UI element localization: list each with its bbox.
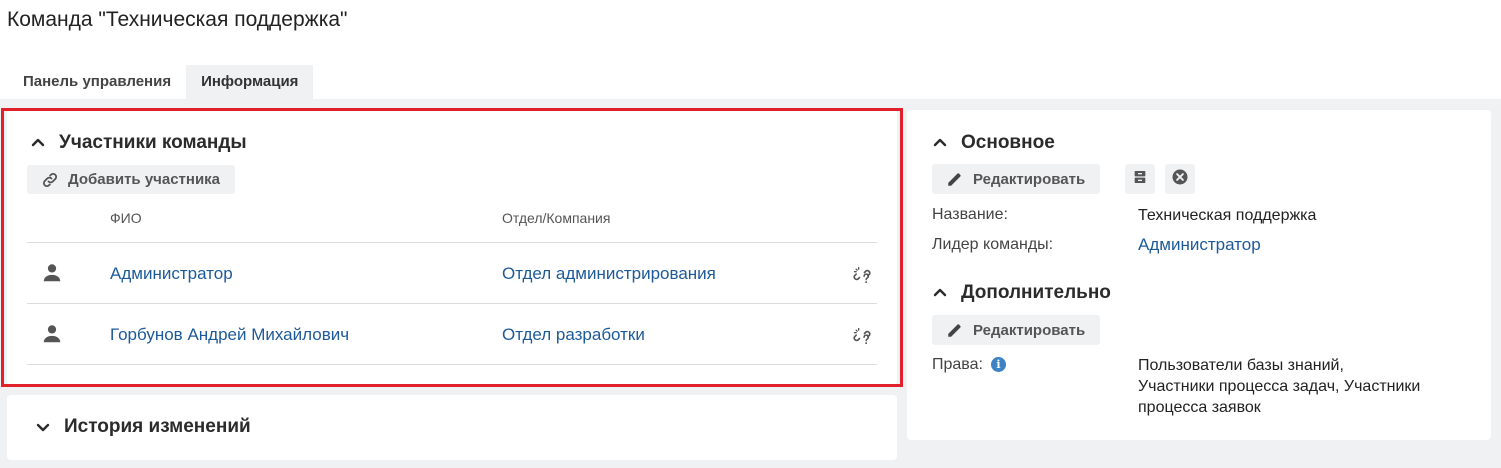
column-header-name: ФИО [110,210,142,226]
leader-link[interactable]: Администратор [1138,234,1261,255]
edit-additional-button[interactable]: Редактировать [932,315,1101,345]
team-members-card: Участники команды Добавить участника ФИО… [7,110,897,385]
chevron-up-icon [29,134,47,152]
member-name-link[interactable]: Администратор [110,264,233,284]
history-card: История изменений [7,395,897,460]
team-members-title: Участники команды [59,132,247,153]
name-value: Техническая поддержка [1138,207,1317,224]
rights-value-line: Участники процесса задач, Участники [1138,378,1421,395]
rights-value: Пользователи базы знаний, Участники проц… [1138,355,1478,418]
table-divider [27,303,877,304]
column-header-department: Отдел/Компания [502,210,611,226]
page-title: Команда "Техническая поддержка" [7,8,348,31]
member-department-link[interactable]: Отдел администрирования [502,264,716,284]
member-department-link[interactable]: Отдел разработки [502,325,645,345]
tab-information[interactable]: Информация [186,65,314,99]
edit-basic-button[interactable]: Редактировать [932,164,1101,194]
person-icon [41,323,63,345]
edit-additional-label: Редактировать [973,321,1086,339]
additional-section-title: Дополнительно [961,282,1111,303]
additional-section-header[interactable]: Дополнительно [931,282,1111,304]
table-divider [27,242,877,243]
member-name-link[interactable]: Горбунов Андрей Михайлович [110,325,349,345]
rights-value-line: процесса заявок [1138,399,1261,416]
leader-label: Лидер команды: [932,236,1054,253]
unlink-icon[interactable] [852,265,872,285]
delete-button[interactable] [1165,164,1195,194]
unlink-icon[interactable] [852,326,872,346]
team-members-header[interactable]: Участники команды [29,132,247,154]
add-member-label: Добавить участника [68,171,221,188]
name-label: Название: [932,206,1008,223]
rights-label-row: Права: i [932,356,1006,374]
pencil-icon [946,170,964,188]
person-icon [41,262,63,284]
team-info-card: Основное Редактировать Название: Техниче… [907,110,1491,440]
chevron-up-icon [931,134,949,152]
rights-label: Права: [932,356,983,373]
edit-basic-label: Редактировать [973,170,1086,188]
archive-icon [1132,169,1148,190]
basic-section-title: Основное [961,132,1055,153]
chevron-up-icon [931,284,949,302]
table-divider [27,364,877,365]
close-circle-icon [1170,167,1190,192]
history-header[interactable]: История изменений [34,416,251,438]
add-member-button[interactable]: Добавить участника [27,165,236,194]
rights-value-line: Пользователи базы знаний, [1138,357,1344,374]
history-title: История изменений [64,416,251,437]
pencil-icon [946,321,964,339]
tab-bar: Панель управления Информация [8,65,314,99]
basic-section-header[interactable]: Основное [931,132,1055,154]
chevron-down-icon [34,418,52,436]
link-icon [41,171,59,189]
info-icon[interactable]: i [990,357,1006,372]
archive-button[interactable] [1125,164,1155,194]
tab-dashboard[interactable]: Панель управления [8,65,186,99]
